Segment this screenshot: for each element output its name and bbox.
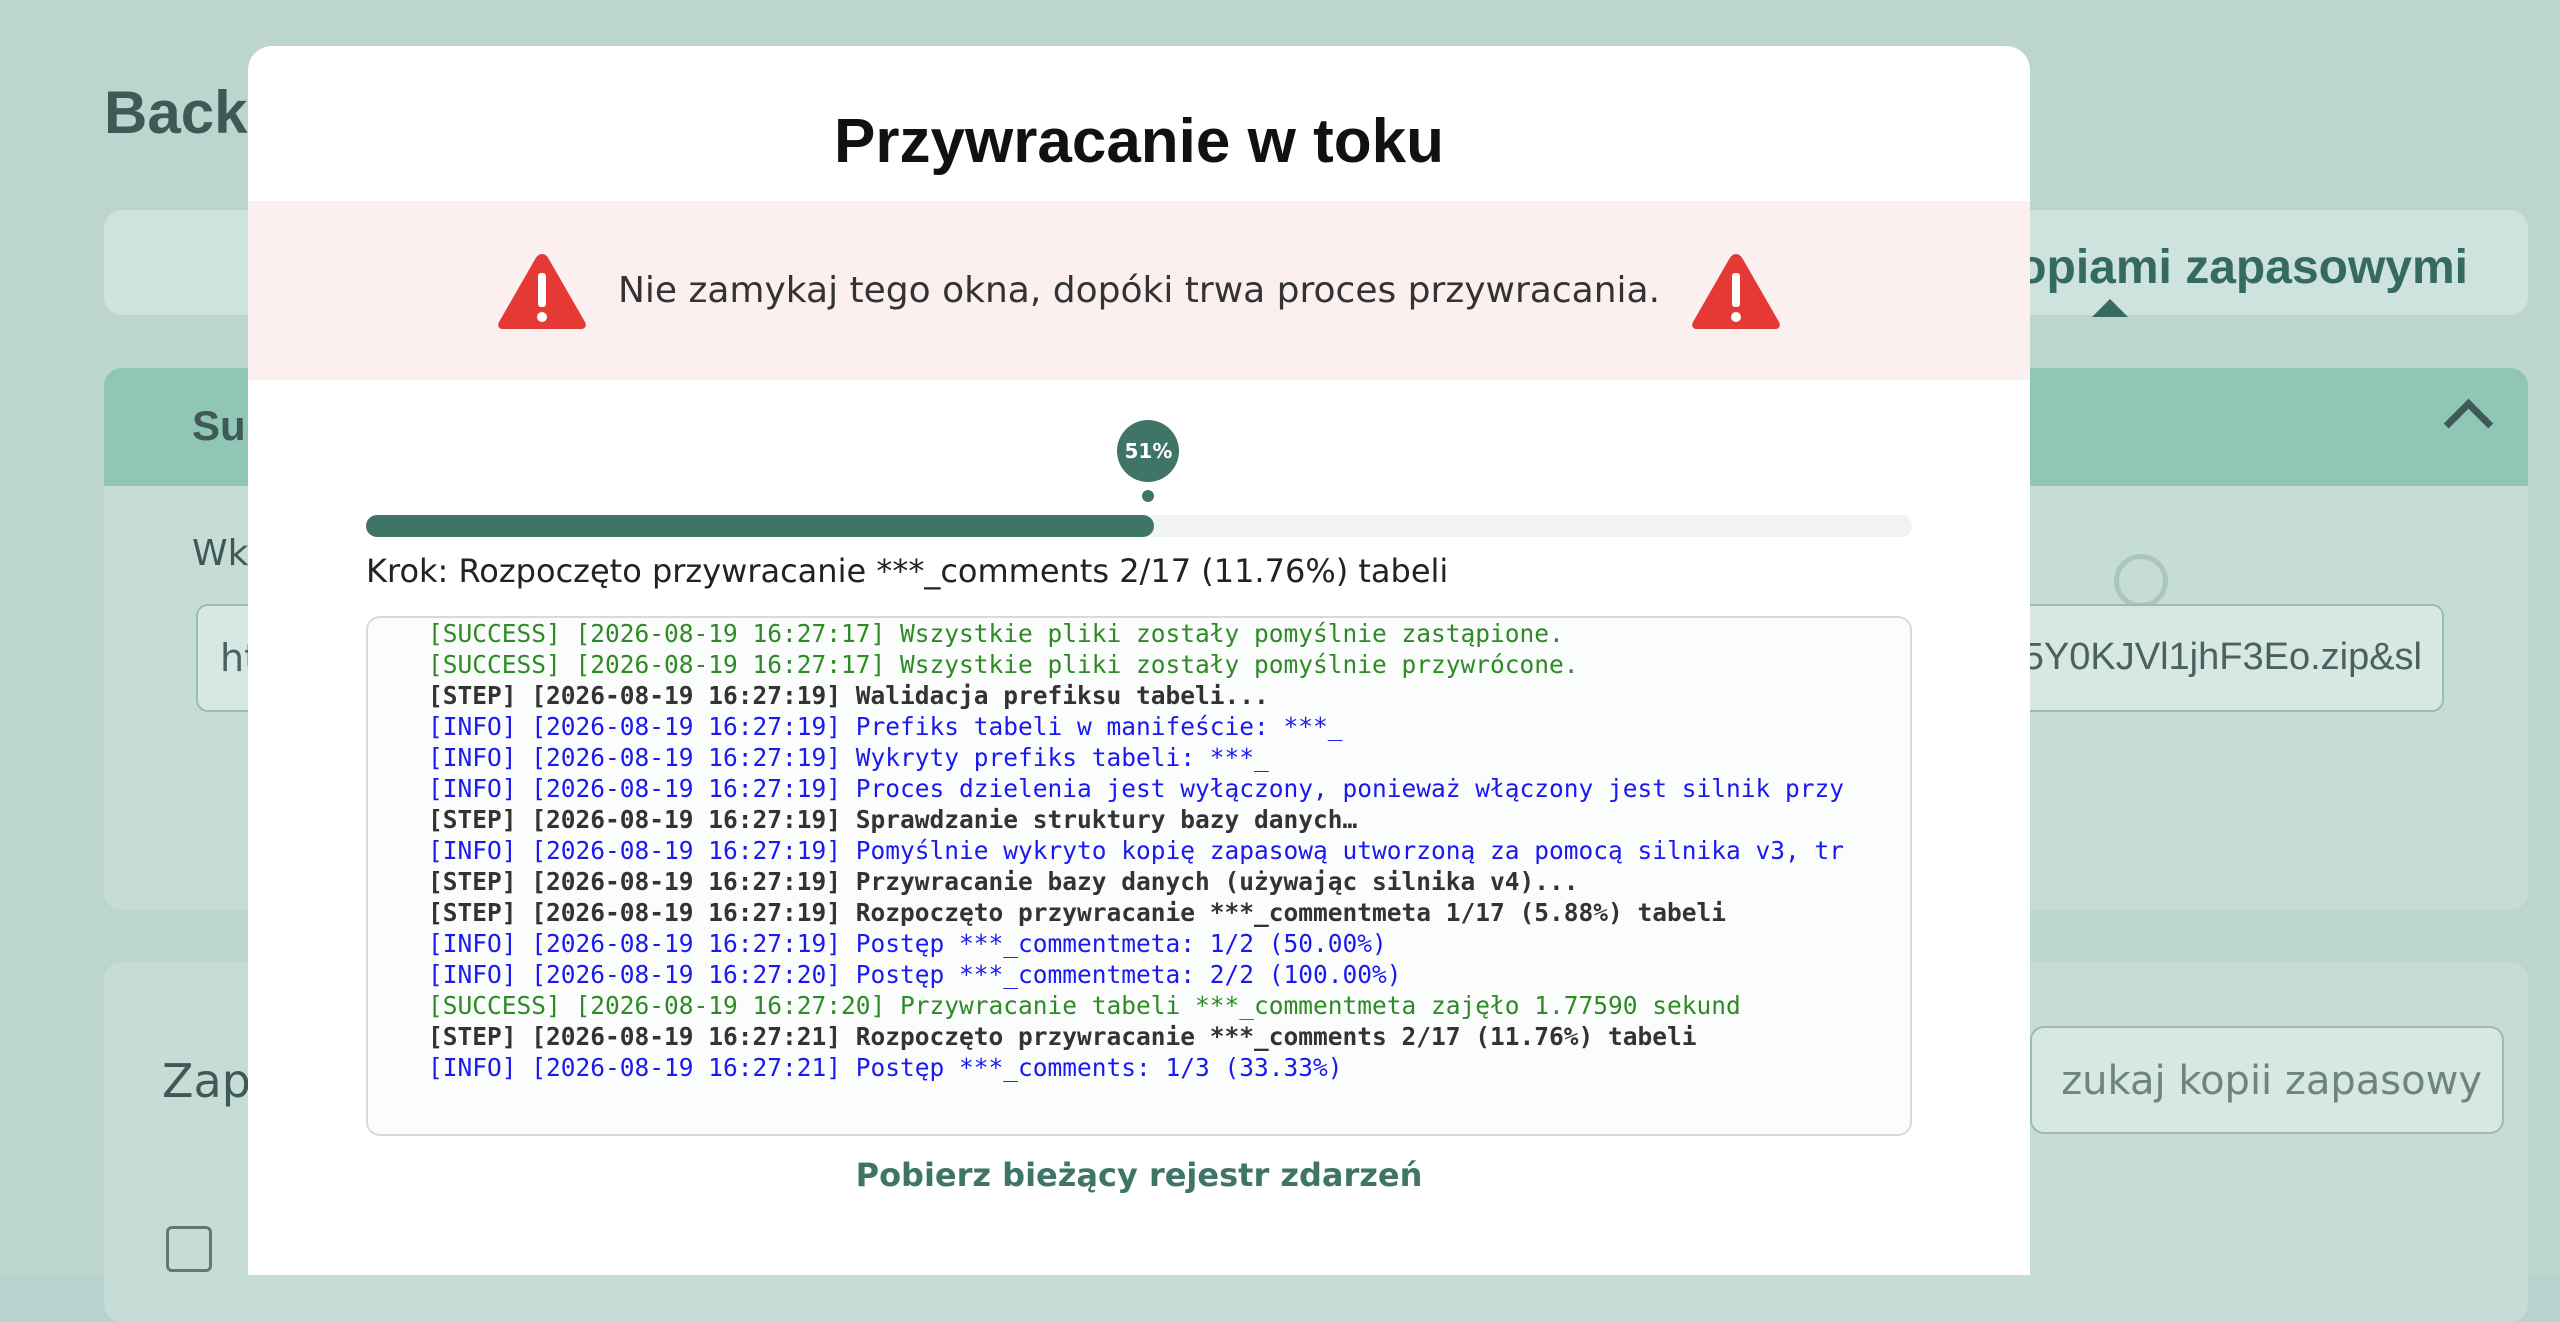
url-label: Wk: [192, 533, 249, 574]
backups-section-title: Zap: [162, 1054, 251, 1108]
log-line-step: [STEP] [2026-08-19 16:27:19] Przywracani…: [428, 867, 1579, 896]
log-line-info: [INFO] [2026-08-19 16:27:21] Postęp ***_…: [428, 1053, 1343, 1082]
restore-progress-modal: Przywracanie w toku Nie zamykaj tego okn…: [248, 46, 2030, 1275]
active-tab-indicator: [2092, 299, 2128, 317]
tab-backup-management[interactable]: opiami zapasowymi: [2017, 240, 2468, 295]
progress-fill: [366, 515, 1155, 537]
modal-title: Przywracanie w toku: [834, 107, 1444, 176]
log-line-success: [SUCCESS] [2026-08-19 16:27:17] Wszystki…: [428, 619, 1564, 648]
search-backups-input[interactable]: zukaj kopii zapasowy: [2030, 1026, 2504, 1134]
stopwatch-icon: [2114, 554, 2168, 608]
warning-triangle-icon: [1692, 253, 1780, 329]
warning-banner: Nie zamykaj tego okna, dopóki trwa proce…: [248, 201, 2030, 380]
log-line-info: [INFO] [2026-08-19 16:27:19] Wykryty pre…: [428, 743, 1269, 772]
log-line-info: [INFO] [2026-08-19 16:27:19] Prefiks tab…: [428, 712, 1343, 741]
log-line-step: [STEP] [2026-08-19 16:27:19] Walidacja p…: [428, 681, 1269, 710]
log-line-info: [INFO] [2026-08-19 16:27:19] Postęp ***_…: [428, 929, 1387, 958]
log-line-step: [STEP] [2026-08-19 16:27:19] Sprawdzanie…: [428, 805, 1358, 834]
progress-percent-badge: 51%: [1117, 420, 1180, 482]
warning-triangle-icon: [498, 253, 586, 329]
log-line-info: [INFO] [2026-08-19 16:27:20] Postęp ***_…: [428, 960, 1402, 989]
download-log-link[interactable]: Pobierz bieżący rejestr zdarzeń: [248, 1156, 2030, 1194]
search-placeholder: zukaj kopii zapasowy: [2061, 1058, 2482, 1104]
card-header-title: Su: [192, 402, 246, 449]
log-line-info: [INFO] [2026-08-19 16:27:19] Proces dzie…: [428, 774, 1845, 803]
progress-marker: [1142, 490, 1155, 502]
page-title: Back: [104, 79, 248, 146]
current-step-text: Krok: Rozpoczęto przywracanie ***_commen…: [366, 552, 1449, 590]
log-line-info: [INFO] [2026-08-19 16:27:19] Pomyślnie w…: [428, 836, 1845, 865]
progress-track: [366, 515, 1912, 537]
restore-log[interactable]: [SUCCESS] [2026-08-19 16:27:17] Wszystki…: [366, 616, 1912, 1136]
select-all-checkbox[interactable]: [166, 1226, 212, 1272]
log-line-step: [STEP] [2026-08-19 16:27:21] Rozpoczęto …: [428, 1022, 1697, 1051]
restore-progress: 51%: [366, 420, 1912, 550]
chevron-up-icon[interactable]: [2443, 398, 2494, 449]
warning-message: Nie zamykaj tego okna, dopóki trwa proce…: [617, 270, 1661, 311]
log-line-step: [STEP] [2026-08-19 16:27:19] Rozpoczęto …: [428, 898, 1727, 927]
log-line-success: [SUCCESS] [2026-08-19 16:27:17] Wszystki…: [428, 650, 1579, 679]
log-line-success: [SUCCESS] [2026-08-19 16:27:20] Przywrac…: [428, 991, 1741, 1020]
log-lines: [SUCCESS] [2026-08-19 16:27:17] Wszystki…: [428, 618, 1910, 1083]
url-input-value-end: p5Y0KJVl1jhF3Eo.zip&sl: [2001, 636, 2422, 678]
